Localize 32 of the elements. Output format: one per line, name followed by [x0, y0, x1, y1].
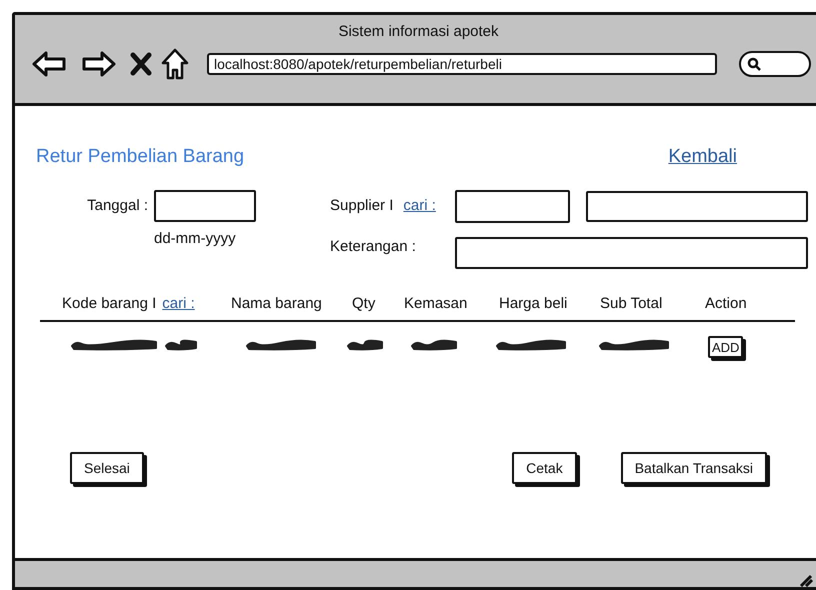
- input-field[interactable]: [154, 190, 256, 222]
- cancel-button[interactable]: Batalkan Transaksi: [620, 452, 767, 484]
- field-label: Supplier I: [330, 197, 394, 214]
- column-header: Nama barang: [231, 295, 323, 312]
- window-title: Sistem informasi apotek: [338, 23, 499, 40]
- column-header: Qty: [352, 295, 376, 312]
- column-header: Sub Total: [600, 295, 664, 312]
- search-link[interactable]: cari :: [403, 197, 436, 214]
- back-arrow-icon[interactable]: [31, 49, 67, 79]
- search-icon: [747, 57, 761, 71]
- print-button[interactable]: Cetak: [512, 452, 577, 484]
- input-field[interactable]: [455, 237, 808, 269]
- date-format-hint: dd-mm-yyyy: [154, 230, 237, 247]
- home-icon[interactable]: [161, 48, 189, 80]
- column-header: Kode barang I: [62, 295, 156, 312]
- column-header: Harga beli: [499, 295, 568, 312]
- input-field[interactable]: [586, 191, 808, 222]
- add-button[interactable]: ADD: [708, 336, 744, 358]
- field-label: Keterangan :: [330, 238, 417, 254]
- search-field[interactable]: [739, 51, 811, 77]
- page-title: Retur Pembelian Barang: [36, 146, 244, 168]
- field-label: Tanggal :: [87, 197, 149, 214]
- column-header: Action: [705, 295, 748, 312]
- resize-grip-icon[interactable]: [799, 573, 813, 587]
- column-header: Kemasan: [404, 295, 468, 312]
- back-link[interactable]: Kembali: [668, 146, 737, 168]
- url-field[interactable]: localhost:8080/apotek/returpembelian/returbeli: [207, 53, 717, 75]
- done-button[interactable]: Selesai: [70, 452, 144, 484]
- input-field[interactable]: [455, 190, 570, 223]
- search-link[interactable]: cari :: [162, 295, 195, 312]
- close-icon[interactable]: [129, 51, 153, 77]
- forward-arrow-icon[interactable]: [81, 49, 117, 79]
